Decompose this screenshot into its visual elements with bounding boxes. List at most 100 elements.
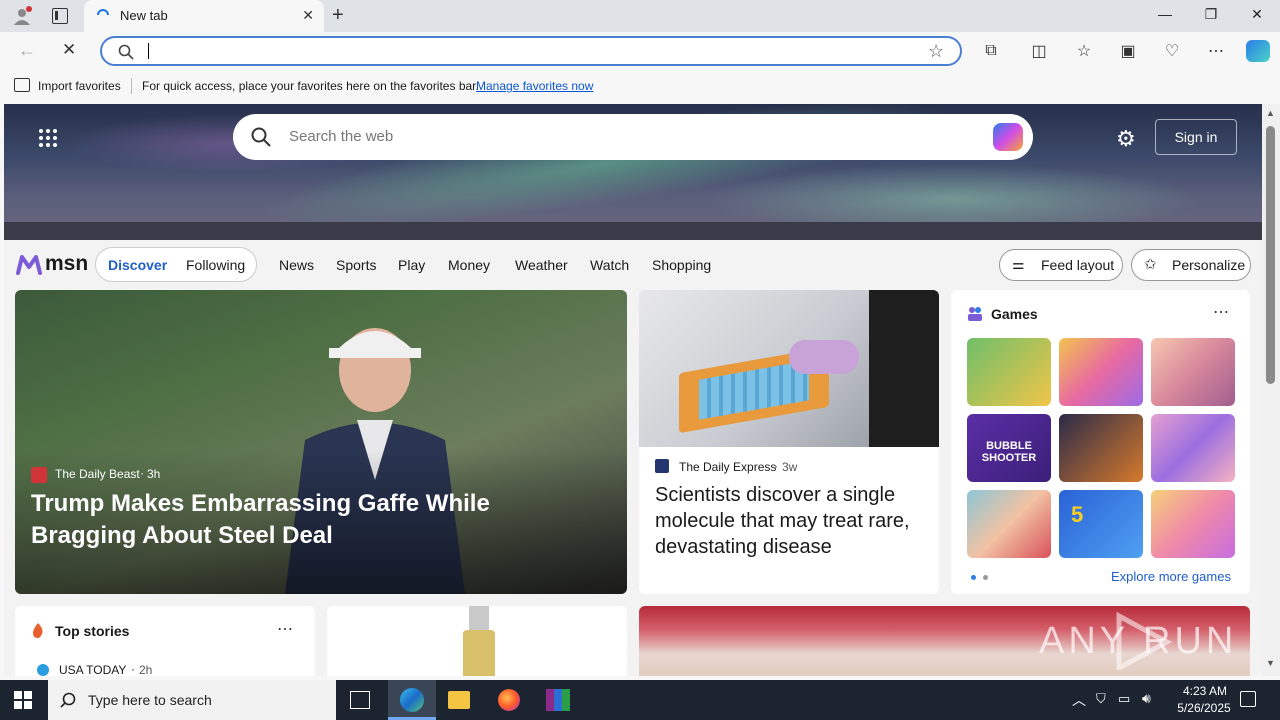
stop-loading-icon[interactable]: ✕	[62, 40, 76, 60]
story-age: 3w	[782, 460, 798, 474]
page-scrollbar[interactable]: ▲ ▼	[1262, 104, 1280, 676]
games-more-icon[interactable]: ⋯	[1213, 302, 1229, 322]
game-tile-shark[interactable]: 5	[1059, 490, 1143, 558]
task-view-icon[interactable]	[350, 691, 370, 709]
tab-new-tab[interactable]: New tab ✕	[84, 0, 324, 32]
story-headline[interactable]: Scientists discover a single molecule th…	[655, 482, 925, 560]
loading-icon	[96, 8, 110, 22]
close-window-button[interactable]: ✕	[1242, 6, 1272, 23]
second-story-card[interactable]: The Daily Express · 3w Scientists discov…	[639, 290, 939, 594]
start-button[interactable]	[14, 691, 32, 709]
manage-favorites-link[interactable]: Manage favorites now	[476, 79, 593, 93]
game-tile[interactable]	[967, 338, 1051, 406]
usa-today-logo-icon	[37, 664, 49, 676]
web-search-box[interactable]: Search the web	[233, 114, 1033, 160]
personalize-button[interactable]: ✩ Personalize	[1131, 249, 1251, 281]
nav-money[interactable]: Money	[448, 257, 490, 273]
winrar-icon[interactable]	[546, 689, 570, 711]
tray-chevron-icon[interactable]: ︿	[1072, 690, 1086, 710]
scroll-thumb[interactable]	[1266, 126, 1275, 384]
nav-sports[interactable]: Sports	[336, 257, 376, 273]
split-screen-icon[interactable]: ◫	[1028, 40, 1050, 62]
story-headline[interactable]: Trump Makes Embarrassing Gaffe While Bra…	[31, 488, 601, 552]
toolbar: ← ✕ ☆ ⧉ ◫ ☆ ▣ ♡ ⋯	[0, 32, 1280, 70]
story-image	[639, 290, 939, 447]
tab-actions-icon[interactable]	[52, 8, 68, 24]
copilot-icon[interactable]	[993, 123, 1023, 151]
restore-button[interactable]: ❐	[1196, 6, 1226, 23]
game-tile[interactable]	[1151, 338, 1235, 406]
import-favorites-icon	[14, 78, 30, 92]
product-card[interactable]	[327, 606, 627, 676]
collections-icon[interactable]: ▣	[1117, 40, 1139, 62]
story-dot: ·	[774, 459, 778, 473]
volume-tray-icon[interactable]: 🔊︎	[1142, 690, 1151, 707]
top-stories-title[interactable]: Top stories	[55, 623, 129, 639]
scroll-up-arrow[interactable]: ▲	[1266, 108, 1275, 118]
game-tile[interactable]	[1151, 490, 1235, 558]
favorite-star-icon[interactable]: ☆	[928, 41, 944, 62]
game-tile[interactable]	[1151, 414, 1235, 482]
search-icon	[60, 692, 76, 708]
sign-in-button[interactable]: Sign in	[1155, 119, 1237, 155]
game-tile-bubble-shooter[interactable]: BUBBLE SHOOTER	[967, 414, 1051, 482]
search-input[interactable]: Search the web	[289, 128, 393, 145]
search-icon	[251, 127, 271, 147]
apps-launcher-icon[interactable]	[38, 128, 58, 148]
scroll-down-arrow[interactable]: ▼	[1266, 658, 1275, 668]
personalize-label: Personalize	[1172, 257, 1246, 273]
tab-discover[interactable]: Discover	[108, 257, 167, 273]
hero-background: Search the web ⚙ Sign in	[4, 104, 1262, 240]
carousel-dot-active[interactable]	[971, 575, 976, 580]
daily-express-logo-icon	[655, 459, 669, 473]
game-tile[interactable]	[967, 490, 1051, 558]
notifications-icon[interactable]	[1240, 691, 1256, 707]
games-title[interactable]: Games	[991, 306, 1038, 322]
nav-weather[interactable]: Weather	[515, 257, 568, 273]
settings-gear-icon[interactable]: ⚙	[1116, 126, 1136, 152]
explore-more-games-link[interactable]: Explore more games	[1111, 569, 1231, 584]
network-tray-icon[interactable]: ▭	[1118, 691, 1130, 707]
msn-logo-icon[interactable]	[16, 253, 42, 275]
browser-essentials-icon[interactable]: ♡	[1161, 40, 1183, 62]
new-tab-button[interactable]: +	[332, 4, 344, 27]
main-story-card[interactable]: The Daily Beast · 3h Trump Makes Embarra…	[15, 290, 627, 594]
tab-following[interactable]: Following	[186, 257, 245, 273]
security-tray-icon[interactable]: ⛉	[1096, 691, 1106, 707]
feed-layout-button[interactable]: ⚌ Feed layout	[999, 249, 1123, 281]
edge-taskbar-icon[interactable]	[388, 680, 436, 720]
favorites-icon[interactable]: ☆	[1073, 40, 1095, 62]
text-caret	[148, 43, 149, 59]
video-card[interactable]: ANY RUN	[639, 606, 1250, 676]
title-bar: New tab ✕ + — ❐ ✕	[0, 0, 1280, 32]
back-icon[interactable]: ←	[18, 40, 36, 61]
carousel-dot[interactable]	[983, 575, 988, 580]
taskbar-search[interactable]: Type here to search	[48, 680, 336, 720]
msn-brand[interactable]: msn	[45, 252, 88, 276]
import-favorites-link[interactable]: Import favorites	[38, 79, 121, 93]
game-tile[interactable]	[1059, 338, 1143, 406]
profile-icon[interactable]	[12, 6, 32, 26]
watermark-text: ANY RUN	[1039, 620, 1238, 662]
nav-play[interactable]: Play	[398, 257, 425, 273]
nav-news[interactable]: News	[279, 257, 314, 273]
nav-watch[interactable]: Watch	[590, 257, 629, 273]
clock-time[interactable]: 4:23 AM	[1172, 684, 1238, 698]
tab-title: New tab	[120, 8, 168, 23]
more-menu-icon[interactable]: ⋯	[1205, 40, 1227, 62]
firefox-icon[interactable]	[498, 689, 520, 711]
clock-date[interactable]: 5/26/2025	[1166, 701, 1242, 715]
divider	[131, 78, 132, 94]
top-stories-more-icon[interactable]: ⋯	[277, 619, 293, 639]
copilot-icon[interactable]	[1246, 40, 1270, 62]
close-tab-icon[interactable]: ✕	[302, 7, 314, 24]
taskbar-search-input[interactable]: Type here to search	[88, 692, 212, 708]
game-tile[interactable]	[1059, 414, 1143, 482]
file-explorer-icon[interactable]	[448, 691, 470, 709]
nav-shopping[interactable]: Shopping	[652, 257, 711, 273]
minimize-button[interactable]: —	[1150, 6, 1180, 22]
sliders-icon: ⚌	[1012, 256, 1025, 272]
games-icon	[967, 306, 983, 322]
address-bar[interactable]: ☆	[100, 36, 962, 66]
extensions-icon[interactable]: ⧉	[980, 40, 1002, 62]
